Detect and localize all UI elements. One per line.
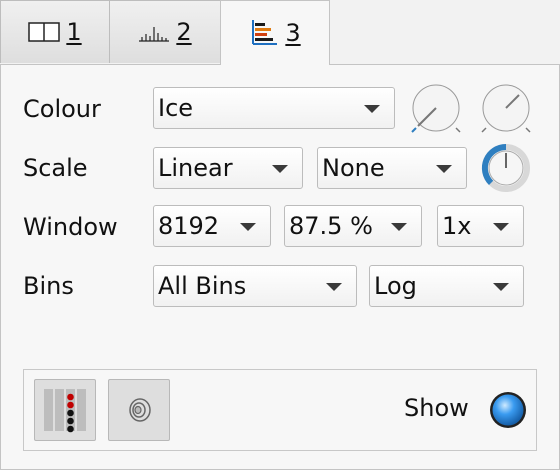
window-size-value: 8192 [158,212,220,240]
colour-select-value: Ice [158,94,194,122]
tab-1[interactable]: 1 [0,0,110,63]
normalization-select[interactable]: None [317,147,467,189]
chevron-down-icon [272,165,288,173]
window-overlap-value: 87.5 % [289,212,373,240]
scale-select[interactable]: Linear [153,147,303,189]
colour-gain-dial[interactable] [409,81,463,135]
chevron-down-icon [364,105,380,113]
histogram-icon [139,27,170,42]
tab-2-label: 2 [176,18,192,46]
spectrogram-icon [252,20,278,45]
peak-meter-button[interactable] [34,379,96,441]
show-label: Show [404,394,469,422]
tab-3-label: 3 [285,19,301,47]
window-label: Window [23,213,118,241]
bins-select[interactable]: All Bins [153,265,357,307]
tab-1-label: 1 [66,18,82,46]
threshold-dial[interactable] [479,141,533,195]
frequency-scale-select[interactable]: Log [369,265,524,307]
tab-3[interactable]: 3 [220,0,330,65]
chevron-down-icon [240,223,256,231]
scale-select-value: Linear [158,154,233,182]
peak-meter-icon [44,389,86,433]
frequency-scale-value: Log [374,272,417,300]
chevron-down-icon [493,223,509,231]
window-size-select[interactable]: 8192 [153,205,271,247]
normalization-select-value: None [322,154,385,182]
speaker-icon [129,398,151,422]
colour-label: Colour [23,95,101,123]
chevron-down-icon [391,223,407,231]
bins-label: Bins [23,272,74,300]
bottom-toolbar: Show [23,369,537,451]
chevron-down-icon [436,165,452,173]
colour-contrast-dial[interactable] [479,81,533,135]
tab-bar: 1 2 3 [0,0,560,65]
show-toggle-led[interactable] [488,390,528,430]
scale-label: Scale [23,154,88,182]
oversampling-select[interactable]: 1x [437,205,524,247]
chevron-down-icon [326,283,342,291]
bins-select-value: All Bins [158,272,247,300]
window-overlap-select[interactable]: 87.5 % [284,205,422,247]
colour-select[interactable]: Ice [153,87,395,129]
oversampling-value: 1x [442,212,472,240]
settings-panel: Colour Ice Scale Linear None Window 8192… [0,64,560,470]
split-view-icon [28,22,61,42]
speaker-button[interactable] [108,379,170,441]
chevron-down-icon [493,283,509,291]
tab-2[interactable]: 2 [109,0,221,63]
